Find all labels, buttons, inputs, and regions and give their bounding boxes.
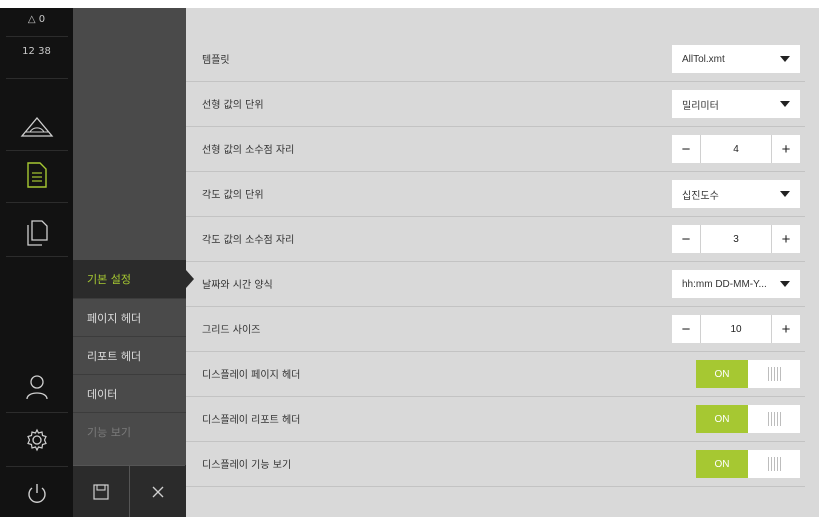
save-button[interactable] bbox=[73, 465, 129, 517]
toggle-on-label: ON bbox=[696, 360, 748, 388]
dropdown-value: 밀리미터 bbox=[682, 100, 719, 112]
setting-row-date-format: 날짜와 시간 양식 hh:mm DD-MM-Y... bbox=[186, 261, 805, 307]
close-icon bbox=[152, 486, 163, 497]
chevron-down-icon bbox=[780, 56, 790, 62]
submenu-item-label: 기본 설정 bbox=[87, 273, 131, 286]
submenu-item-data[interactable]: 데이터 bbox=[73, 374, 186, 412]
save-icon bbox=[93, 483, 109, 500]
linear-decimals-stepper: − 4 + bbox=[672, 135, 800, 163]
date-format-dropdown[interactable]: hh:mm DD-MM-Y... bbox=[672, 270, 800, 298]
files-button[interactable] bbox=[0, 220, 73, 246]
submenu-item-basic-settings[interactable]: 기본 설정 bbox=[73, 260, 194, 298]
report-button[interactable] bbox=[0, 162, 73, 188]
linear-unit-dropdown[interactable]: 밀리미터 bbox=[672, 90, 800, 118]
submenu-item-label: 리포트 헤더 bbox=[87, 349, 142, 363]
chevron-down-icon bbox=[780, 281, 790, 287]
report-header-toggle[interactable]: ON bbox=[696, 405, 800, 433]
setting-label: 템플릿 bbox=[202, 55, 230, 66]
warning-triangle-icon: △ bbox=[27, 14, 36, 25]
dropdown-value: 십진도수 bbox=[682, 190, 719, 202]
increment-button[interactable]: + bbox=[772, 315, 800, 343]
feature-view-toggle[interactable]: ON bbox=[696, 450, 800, 478]
setting-label: 각도 값의 단위 bbox=[202, 190, 264, 201]
user-icon bbox=[25, 375, 48, 400]
setting-row-display-report-header: 디스플레이 리포트 헤더 ON bbox=[186, 396, 805, 442]
toggle-grip-icon bbox=[748, 360, 800, 388]
setting-label: 선형 값의 단위 bbox=[202, 100, 264, 111]
decrement-button[interactable]: − bbox=[672, 225, 700, 253]
setting-label: 디스플레이 리포트 헤더 bbox=[202, 415, 301, 426]
settings-button[interactable] bbox=[0, 428, 73, 452]
template-dropdown[interactable]: AllTol.xmt bbox=[672, 45, 800, 73]
setting-label: 디스플레이 페이지 헤더 bbox=[202, 370, 301, 381]
close-button[interactable] bbox=[129, 465, 185, 517]
measure-button[interactable] bbox=[0, 116, 73, 138]
setting-row-grid-size: 그리드 사이즈 − 10 + bbox=[186, 306, 805, 352]
power-button[interactable] bbox=[0, 482, 73, 506]
submenu-item-report-header[interactable]: 리포트 헤더 bbox=[73, 336, 186, 374]
toggle-on-label: ON bbox=[696, 450, 748, 478]
setting-label: 각도 값의 소수점 자리 bbox=[202, 235, 295, 246]
setting-label: 선형 값의 소수점 자리 bbox=[202, 145, 295, 156]
toggle-grip-icon bbox=[748, 450, 800, 478]
chevron-down-icon bbox=[780, 101, 790, 107]
setting-row-linear-unit: 선형 값의 단위 밀리미터 bbox=[186, 81, 805, 127]
clock: 12 38 bbox=[22, 46, 51, 57]
toggle-on-label: ON bbox=[696, 405, 748, 433]
page-header-toggle[interactable]: ON bbox=[696, 360, 800, 388]
submenu-item-page-header[interactable]: 페이지 헤더 bbox=[73, 298, 186, 336]
setting-row-display-feature-view: 디스플레이 기능 보기 ON bbox=[186, 441, 805, 487]
setting-row-display-page-header: 디스플레이 페이지 헤더 ON bbox=[186, 351, 805, 397]
stepper-value[interactable]: 10 bbox=[700, 315, 772, 343]
setting-row-linear-decimals: 선형 값의 소수점 자리 − 4 + bbox=[186, 126, 805, 172]
warning-count: 0 bbox=[38, 14, 46, 25]
setting-label: 디스플레이 기능 보기 bbox=[202, 460, 292, 471]
angle-unit-dropdown[interactable]: 십진도수 bbox=[672, 180, 800, 208]
decrement-button[interactable]: − bbox=[672, 315, 700, 343]
submenu-item-label: 기능 보기 bbox=[87, 425, 131, 439]
toggle-grip-icon bbox=[748, 405, 800, 433]
setting-row-template: 템플릿 AllTol.xmt bbox=[186, 36, 805, 82]
increment-button[interactable]: + bbox=[772, 225, 800, 253]
submenu-item-label: 데이터 bbox=[87, 387, 118, 401]
settings-panel: 템플릿 AllTol.xmt 선형 값의 단위 밀리미터 선형 값의 소수점 자… bbox=[186, 8, 819, 517]
measure-icon bbox=[20, 116, 53, 137]
setting-label: 그리드 사이즈 bbox=[202, 325, 261, 336]
power-icon bbox=[27, 484, 46, 503]
settings-submenu: 기본 설정 페이지 헤더 리포트 헤더 데이터 기능 보기 bbox=[73, 8, 194, 517]
setting-row-angle-decimals: 각도 값의 소수점 자리 − 3 + bbox=[186, 216, 805, 262]
increment-button[interactable]: + bbox=[772, 135, 800, 163]
settings-gear-icon bbox=[26, 428, 47, 452]
decrement-button[interactable]: − bbox=[672, 135, 700, 163]
dropdown-value: hh:mm DD-MM-Y... bbox=[682, 278, 767, 290]
top-bar bbox=[0, 0, 819, 8]
submenu-item-feature-view: 기능 보기 bbox=[73, 412, 186, 450]
files-icon bbox=[26, 220, 48, 246]
active-pointer bbox=[186, 270, 194, 288]
grid-size-stepper: − 10 + bbox=[672, 315, 800, 343]
submenu-item-label: 페이지 헤더 bbox=[87, 311, 142, 325]
document-icon bbox=[26, 162, 47, 188]
stepper-value[interactable]: 3 bbox=[700, 225, 772, 253]
angle-decimals-stepper: − 3 + bbox=[672, 225, 800, 253]
setting-label: 날짜와 시간 양식 bbox=[202, 280, 273, 291]
warning-counter[interactable]: △ 0 bbox=[0, 14, 73, 25]
setting-row-angle-unit: 각도 값의 단위 십진도수 bbox=[186, 171, 805, 217]
submenu-actions bbox=[73, 465, 186, 517]
stepper-value[interactable]: 4 bbox=[700, 135, 772, 163]
dropdown-value: AllTol.xmt bbox=[682, 53, 725, 65]
chevron-down-icon bbox=[780, 191, 790, 197]
user-button[interactable] bbox=[0, 374, 73, 400]
icon-rail: △ 0 12 38 bbox=[0, 8, 73, 517]
